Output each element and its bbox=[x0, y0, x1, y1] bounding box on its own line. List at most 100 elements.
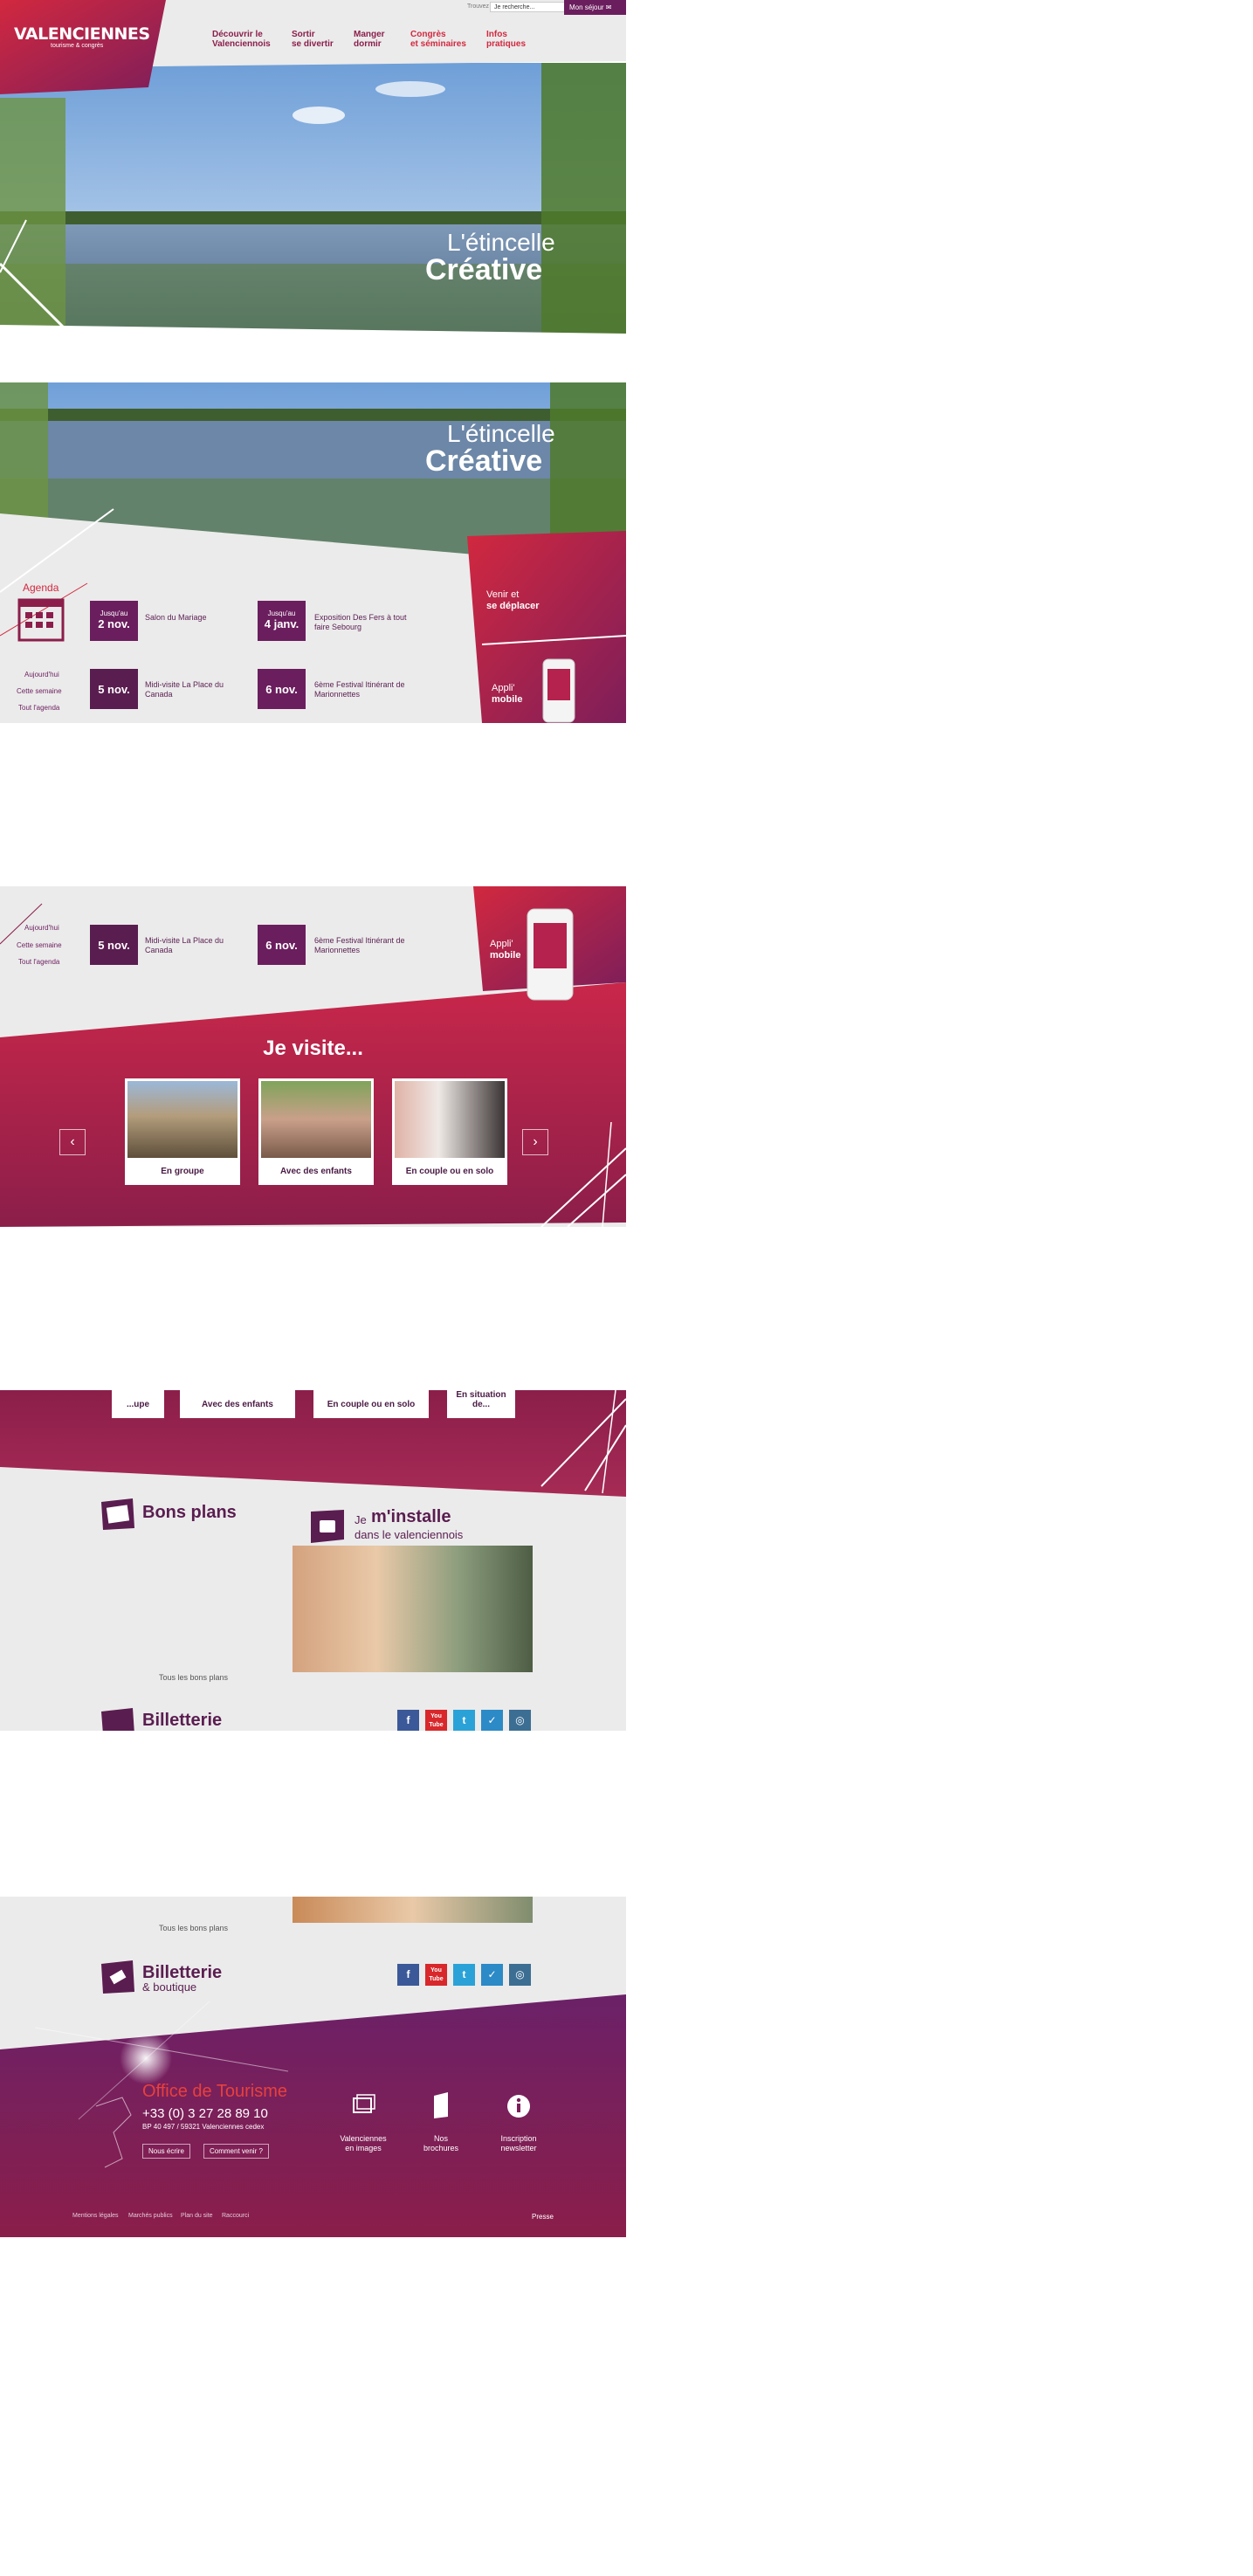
foursquare-icon[interactable]: ✓ bbox=[481, 1964, 503, 1986]
je-visite-title: Je visite... bbox=[263, 1037, 363, 1060]
newsletter-link[interactable]: Inscription newsletter bbox=[484, 2134, 554, 2153]
installe-title[interactable]: m'installe bbox=[371, 1507, 451, 1527]
brochures-icon bbox=[434, 2092, 448, 2118]
shortcut-link[interactable]: Raccourci bbox=[222, 2213, 249, 2219]
installe-photo[interactable] bbox=[293, 1546, 533, 1672]
top-bar: Trouvez : Je recherche... ⌕ Mon séjour ✉ bbox=[467, 0, 626, 15]
youtube-icon[interactable]: You Tube bbox=[425, 1964, 447, 1986]
card-photo bbox=[127, 1081, 238, 1158]
event-date-badge[interactable]: 5 nov. bbox=[90, 925, 138, 965]
frame-footer: Tous les bons plans Billetterie & boutiq… bbox=[0, 1897, 626, 2237]
event-date-badge[interactable]: 5 nov. bbox=[90, 669, 138, 709]
how-to-come-button[interactable]: Comment venir ? bbox=[203, 2144, 269, 2159]
my-stay-button[interactable]: Mon séjour ✉ bbox=[564, 0, 626, 15]
event-title[interactable]: 6ème Festival Itinérant de Marionnettes bbox=[314, 680, 419, 699]
visite-card-groupe[interactable]: En groupe bbox=[125, 1078, 240, 1185]
event-date-badge[interactable]: 6 nov. bbox=[258, 669, 306, 709]
facebook-icon[interactable]: f bbox=[397, 1964, 419, 1986]
instagram-icon[interactable]: ◎ bbox=[509, 1964, 531, 1986]
images-icon bbox=[353, 2094, 375, 2113]
hero-photo bbox=[0, 63, 626, 342]
foursquare-icon[interactable]: ✓ bbox=[481, 1710, 503, 1731]
hero-title-line2: Créative bbox=[425, 253, 543, 286]
visite-card-couple[interactable]: En couple ou en solo bbox=[313, 1390, 429, 1418]
card-caption: Avec des enfants bbox=[202, 1400, 273, 1409]
nav-sortir[interactable]: Sortir se divertir bbox=[292, 30, 334, 49]
billetterie-subtitle: & boutique bbox=[142, 1980, 197, 1994]
event-date-badge[interactable]: 6 nov. bbox=[258, 925, 306, 965]
visite-card-partial[interactable]: ...upe bbox=[112, 1390, 164, 1418]
presse-link[interactable]: Presse bbox=[532, 2213, 554, 2221]
carousel-prev-arrow[interactable]: ‹ bbox=[59, 1129, 86, 1155]
youtube-icon[interactable]: You Tube bbox=[425, 1710, 447, 1731]
visite-card-situation[interactable]: En situation de... bbox=[447, 1390, 515, 1418]
bons-plans-title[interactable]: Bons plans bbox=[142, 1503, 237, 1523]
facebook-icon[interactable]: f bbox=[397, 1710, 419, 1731]
installe-subtitle: dans le valenciennois bbox=[355, 1528, 464, 1541]
event-date-badge[interactable]: Jusqu'au 4 janv. bbox=[258, 601, 306, 641]
visite-card-couple[interactable]: En couple ou en solo bbox=[392, 1078, 507, 1185]
event-title[interactable]: Exposition Des Fers à tout faire Sebourg bbox=[314, 613, 419, 632]
agenda-today-link[interactable]: Aujourd'hui bbox=[24, 924, 59, 932]
search-input[interactable]: Je recherche... ⌕ bbox=[490, 2, 574, 12]
agenda-all-link[interactable]: Tout l'agenda bbox=[18, 704, 59, 712]
write-us-button[interactable]: Nous écrire bbox=[142, 2144, 190, 2159]
installe-photo[interactable] bbox=[293, 1897, 533, 1923]
appli-mobile-link[interactable]: Appli' mobile bbox=[490, 939, 520, 961]
office-title: Office de Tourisme bbox=[142, 2082, 288, 2101]
twitter-icon[interactable]: t bbox=[453, 1964, 475, 1986]
billetterie-title[interactable]: Billetterie bbox=[142, 1711, 222, 1731]
carousel-next-arrow[interactable]: › bbox=[522, 1129, 548, 1155]
installe-je: Je bbox=[355, 1513, 367, 1526]
search-label: Trouvez : bbox=[467, 3, 492, 10]
nav-congres[interactable]: Congrès et séminaires bbox=[410, 30, 466, 49]
event-title[interactable]: 6ème Festival Itinérant de Marionnettes bbox=[314, 936, 419, 955]
card-caption: En couple ou en solo bbox=[405, 1167, 494, 1176]
frame-bons-plans: ...upe Avec des enfants En couple ou en … bbox=[0, 1390, 626, 1731]
nav-infos[interactable]: Infos pratiques bbox=[486, 30, 526, 49]
agenda-title[interactable]: Agenda bbox=[23, 582, 59, 594]
agenda-week-link[interactable]: Cette semaine bbox=[17, 941, 62, 949]
card-caption: En situation de... bbox=[456, 1390, 506, 1409]
agenda-week-link[interactable]: Cette semaine bbox=[17, 687, 62, 695]
office-address: BP 40 497 / 59321 Valenciennes cedex bbox=[142, 2123, 265, 2131]
images-link[interactable]: Valenciennes en images bbox=[328, 2134, 398, 2153]
info-icon bbox=[507, 2095, 530, 2118]
event-date-badge[interactable]: Jusqu'au 2 nov. bbox=[90, 601, 138, 641]
card-photo bbox=[395, 1081, 505, 1158]
agenda-today-link[interactable]: Aujourd'hui bbox=[24, 671, 59, 678]
public-markets-link[interactable]: Marchés publics bbox=[128, 2213, 173, 2219]
legal-mentions-link[interactable]: Mentions légales bbox=[72, 2213, 119, 2219]
event-title[interactable]: Salon du Mariage bbox=[145, 613, 250, 623]
brochures-link[interactable]: Nos brochures bbox=[406, 2134, 476, 2153]
billetterie-icon bbox=[101, 1960, 134, 1994]
footer-background bbox=[0, 1994, 626, 2237]
card-caption: Avec des enfants bbox=[280, 1167, 352, 1176]
phone-icon bbox=[542, 658, 575, 723]
installe-icon bbox=[311, 1510, 344, 1543]
twitter-icon[interactable]: t bbox=[453, 1710, 475, 1731]
nav-manger[interactable]: Manger dormir bbox=[354, 30, 385, 49]
venir-link[interactable]: Venir et se déplacer bbox=[486, 589, 540, 612]
phone-icon bbox=[527, 908, 574, 1001]
billetterie-icon bbox=[101, 1708, 134, 1731]
bons-plans-all-link[interactable]: Tous les bons plans bbox=[159, 1924, 228, 1932]
instagram-icon[interactable]: ◎ bbox=[509, 1710, 531, 1731]
visite-card-enfants[interactable]: Avec des enfants bbox=[258, 1078, 374, 1185]
nav-decouvrir[interactable]: Découvrir le Valenciennois bbox=[212, 30, 271, 49]
sitemap-link[interactable]: Plan du site bbox=[181, 2213, 213, 2219]
event-title[interactable]: Midi-visite La Place du Canada bbox=[145, 680, 250, 699]
bons-plans-all-link[interactable]: Tous les bons plans bbox=[159, 1673, 228, 1682]
agenda-all-link[interactable]: Tout l'agenda bbox=[18, 958, 59, 966]
hero-title-line2: Créative bbox=[425, 444, 543, 478]
logo-valenciennes[interactable]: VALENCIENNES bbox=[14, 24, 150, 44]
appli-mobile-link[interactable]: Appli' mobile bbox=[492, 683, 522, 706]
frame-header-hero: L'étincelle Créative VALENCIENNES touris… bbox=[0, 0, 626, 342]
event-title[interactable]: Midi-visite La Place du Canada bbox=[145, 936, 250, 955]
frame-hero-agenda: L'étincelle Créative Agenda Aujourd'hui … bbox=[0, 382, 626, 723]
card-caption: En couple ou en solo bbox=[327, 1400, 416, 1409]
card-photo bbox=[261, 1081, 371, 1158]
calendar-icon bbox=[17, 598, 65, 642]
office-phone: +33 (0) 3 27 28 89 10 bbox=[142, 2106, 268, 2121]
visite-card-enfants[interactable]: Avec des enfants bbox=[180, 1390, 295, 1418]
